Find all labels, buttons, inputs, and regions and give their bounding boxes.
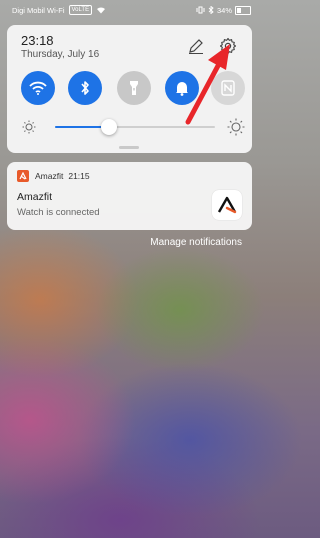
manage-notifications-link[interactable]: Manage notifications (150, 237, 242, 248)
flashlight-toggle[interactable] (117, 71, 151, 105)
bluetooth-icon (81, 81, 89, 95)
notification-title: Amazfit (17, 191, 53, 203)
bluetooth-status-icon (208, 6, 214, 14)
status-bar: Digi Mobil Wi-Fi VoLTE 34% (0, 0, 259, 20)
notification-card[interactable]: Amazfit 21:15 Amazfit Watch is connected (7, 162, 252, 230)
volte-badge: VoLTE (68, 5, 93, 15)
notification-body: Watch is connected (17, 207, 100, 218)
clock-time: 23:18 (21, 33, 54, 48)
brightness-low-icon (22, 120, 36, 134)
notification-time: 21:15 (68, 171, 90, 181)
annotation-arrow-icon (185, 44, 230, 125)
notification-app-name: Amazfit (35, 171, 64, 181)
amazfit-app-icon (212, 190, 242, 220)
panel-drag-handle[interactable] (119, 146, 139, 149)
battery-percent: 34% (216, 5, 232, 15)
vibrate-icon (196, 6, 205, 14)
carrier-label: Digi Mobil Wi-Fi (12, 5, 65, 15)
amazfit-small-icon (17, 170, 29, 182)
battery-icon (235, 5, 251, 15)
notification-header: Amazfit 21:15 (35, 171, 90, 181)
flashlight-icon (130, 81, 138, 95)
bluetooth-toggle[interactable] (68, 71, 102, 105)
clock-date: Thursday, July 16 (21, 49, 100, 60)
wifi-icon (29, 81, 47, 95)
wifi-toggle[interactable] (21, 71, 55, 105)
brightness-thumb[interactable] (101, 119, 118, 135)
wifi-signal-icon (97, 7, 106, 14)
